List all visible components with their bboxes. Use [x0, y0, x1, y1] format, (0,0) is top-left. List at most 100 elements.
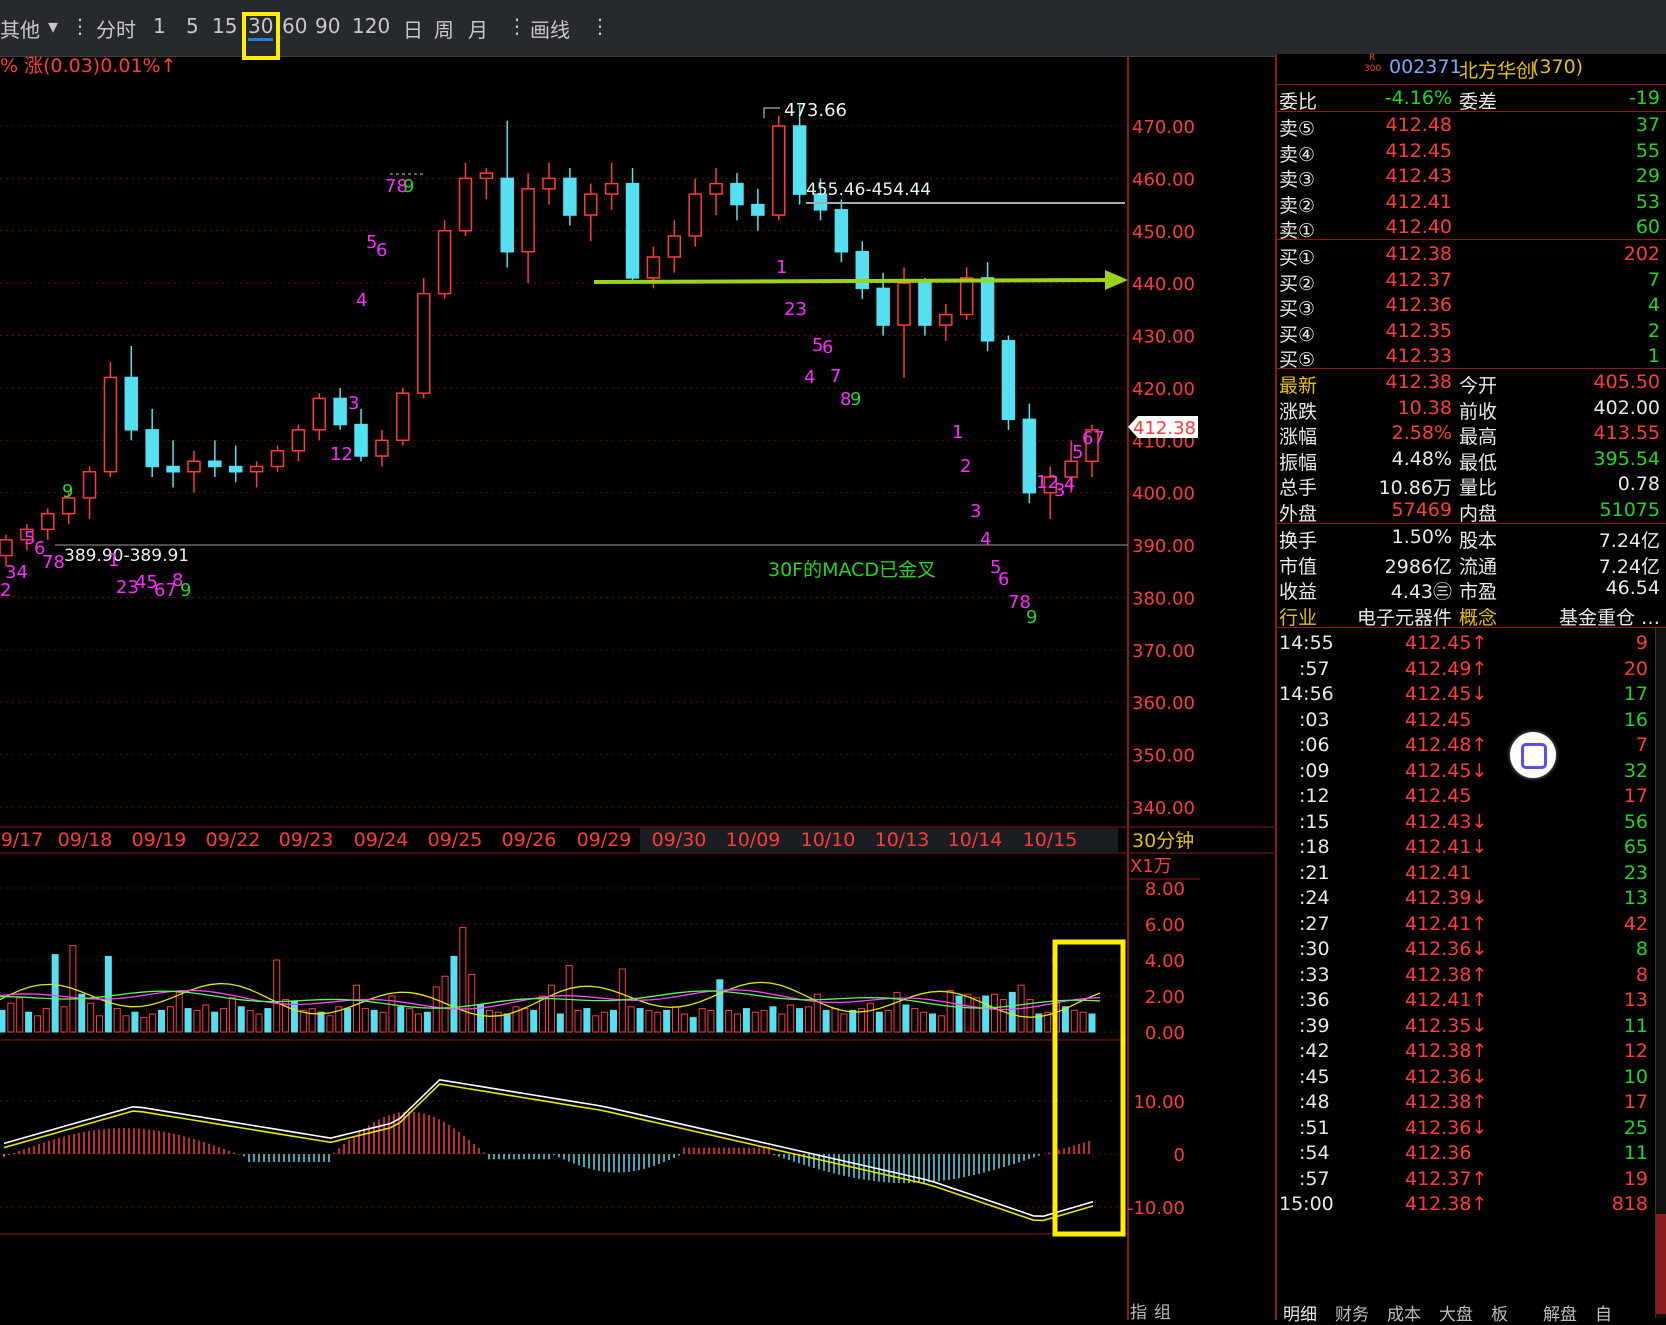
sell-price: 412.45 — [1385, 139, 1452, 162]
x-tick-label: 09/26 — [502, 829, 557, 851]
panel-tab-1[interactable]: 财务 — [1335, 1300, 1369, 1325]
period-8[interactable]: 60 — [282, 14, 307, 38]
sell-row[interactable]: 卖② 412.41 53 — [1277, 189, 1666, 217]
volume-bar — [379, 1011, 387, 1033]
panel-tab-2[interactable]: 成本 — [1387, 1300, 1421, 1325]
buy-price: 412.37 — [1385, 268, 1452, 291]
tick-volume: 56 — [1623, 810, 1648, 833]
x-tick-label: 10/14 — [948, 829, 1003, 851]
assistant-floating-button[interactable] — [1510, 732, 1556, 778]
stock-rank: (370) — [1532, 56, 1584, 78]
candle-body — [103, 376, 118, 473]
sell-volume: 29 — [1635, 165, 1660, 187]
stat2-row: 市值 2986亿 流通 7.24亿 — [1277, 550, 1666, 578]
period-5[interactable]: 5 — [186, 14, 199, 38]
x-tick-label: 09/23 — [279, 829, 334, 851]
tick-price: 412.39↓ — [1405, 887, 1488, 909]
period-15[interactable]: 画线 — [530, 14, 570, 43]
sell-row[interactable]: 卖③ 412.43 29 — [1277, 163, 1666, 191]
tick-row: 14:56 412.45↓ 17 — [1277, 681, 1666, 708]
sell-row[interactable]: 卖① 412.40 60 — [1277, 214, 1666, 242]
td-label: 9 — [850, 389, 861, 410]
stat2-row: 收益 4.43㊂ 市盈 46.54 — [1277, 575, 1666, 603]
period-13[interactable]: 月 — [468, 14, 488, 43]
tick-volume: 42 — [1623, 912, 1648, 935]
volume-bar — [60, 1006, 68, 1033]
period-14[interactable]: ⋮ — [507, 14, 527, 38]
candle-body — [959, 277, 974, 316]
sell-row[interactable]: 卖⑤ 412.48 37 — [1277, 112, 1666, 140]
period-12[interactable]: 周 — [434, 14, 454, 43]
volume-bar — [556, 1013, 564, 1033]
panel-tab-4[interactable]: 板 — [1491, 1300, 1508, 1325]
volume-bar — [725, 1009, 733, 1033]
tick-price: 412.36↓ — [1405, 1065, 1488, 1088]
volume-bar — [928, 1013, 936, 1033]
period-9[interactable]: 90 — [315, 14, 340, 38]
period-11[interactable]: 日 — [403, 14, 423, 43]
buy-volume: 202 — [1623, 243, 1660, 265]
kline-chart[interactable]: 470.00460.00450.00440.00430.00420.00410.… — [0, 56, 1274, 1320]
volume-bar — [397, 1006, 405, 1033]
volume-bar — [299, 1009, 307, 1033]
volume-bar — [840, 1013, 848, 1033]
candle-body — [604, 182, 619, 195]
tick-time: 14:55 — [1279, 632, 1334, 654]
tick-price: 412.45↑ — [1405, 632, 1488, 654]
candle-body — [145, 429, 159, 468]
panel-tab-0[interactable]: 明细 — [1283, 1300, 1317, 1325]
td-label: 4 — [980, 529, 991, 550]
candle-body — [584, 193, 598, 216]
vol-tick-label: 4.00 — [1145, 951, 1185, 972]
tick-time: :06 — [1299, 734, 1330, 756]
tick-scroll-thumb[interactable] — [1656, 1214, 1666, 1314]
industry-value: 电子元器件 — [1356, 606, 1452, 629]
period-4[interactable]: 1 — [153, 14, 166, 38]
volume-bar — [902, 1004, 910, 1033]
candle-body — [187, 460, 201, 473]
volume-bar — [370, 1009, 378, 1033]
volume-bar — [406, 1008, 414, 1033]
period-6[interactable]: 15 — [212, 14, 237, 38]
assistant-icon — [1521, 743, 1547, 769]
volume-bar — [716, 979, 724, 1033]
resistance-label: 455.46-454.44 — [806, 180, 931, 200]
concept-label: 概念 — [1459, 606, 1498, 629]
x-tick-label: 10/10 — [801, 829, 856, 851]
period-3[interactable]: 分时 — [96, 14, 136, 43]
volume-bar — [999, 999, 1007, 1033]
volume-bar — [51, 954, 59, 1033]
buy-row[interactable]: 买① 412.38 202 — [1277, 241, 1666, 269]
period-10[interactable]: 120 — [352, 14, 390, 38]
buy-row[interactable]: 买⑤ 412.33 1 — [1277, 343, 1666, 371]
volume-bar — [1061, 1006, 1069, 1033]
tick-time: :54 — [1299, 1142, 1330, 1164]
panel-tab-3[interactable]: 大盘 — [1439, 1300, 1473, 1325]
td-label: 78 — [42, 552, 65, 573]
stat-row: 振幅 4.48% 最低 395.54 — [1277, 446, 1666, 474]
index-badge-top: R — [1369, 53, 1376, 63]
period-2[interactable]: ⋮ — [70, 14, 90, 38]
td-label: 1 — [108, 550, 119, 571]
candle-body — [834, 209, 849, 253]
tick-price: 412.41 — [1405, 861, 1472, 884]
buy-row[interactable]: 买② 412.37 7 — [1277, 267, 1666, 295]
buy-row[interactable]: 买④ 412.35 2 — [1277, 318, 1666, 346]
period-1[interactable]: ▾ — [48, 14, 58, 38]
volume-bar — [547, 984, 555, 1033]
panel-tab-5[interactable]: 解盘 — [1543, 1300, 1577, 1325]
volume-bar — [290, 1000, 298, 1033]
volume-bar — [698, 1008, 706, 1033]
candle-body — [458, 177, 473, 232]
panel-tab-6[interactable]: 自 — [1595, 1300, 1612, 1325]
volume-bar — [344, 1008, 352, 1033]
sell-row[interactable]: 卖④ 412.45 55 — [1277, 138, 1666, 166]
x-tick-label: 09/29 — [577, 829, 632, 851]
tick-time: :39 — [1299, 1014, 1330, 1037]
y-tick-label: 460.00 — [1132, 169, 1195, 190]
volume-bar — [432, 986, 440, 1033]
period-0[interactable]: 其他 — [0, 14, 40, 43]
buy-row[interactable]: 买③ 412.36 4 — [1277, 292, 1666, 320]
period-16[interactable]: ⋮ — [590, 14, 610, 38]
y-tick-label: 370.00 — [1132, 641, 1195, 662]
